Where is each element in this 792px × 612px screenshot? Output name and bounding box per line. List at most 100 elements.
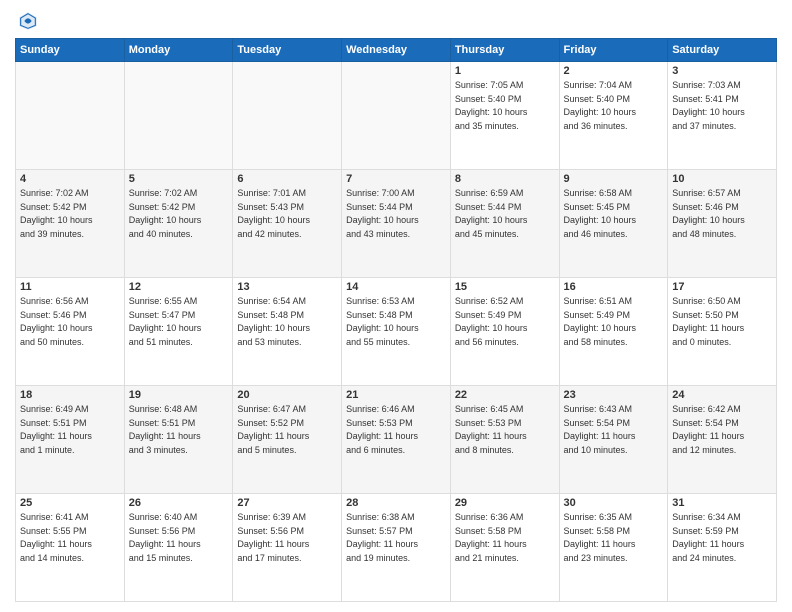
calendar-cell: 27 Sunrise: 6:39 AM Sunset: 5:56 PM Dayli… <box>233 494 342 602</box>
logo <box>15 10 41 32</box>
day-info: Sunrise: 6:46 AM Sunset: 5:53 PM Dayligh… <box>346 403 446 457</box>
day-info: Sunrise: 6:39 AM Sunset: 5:56 PM Dayligh… <box>237 511 337 565</box>
day-number: 18 <box>20 389 120 401</box>
day-number: 26 <box>129 497 229 509</box>
calendar-cell: 6 Sunrise: 7:01 AM Sunset: 5:43 PM Daylig… <box>233 170 342 278</box>
day-number: 31 <box>672 497 772 509</box>
calendar-cell: 23 Sunrise: 6:43 AM Sunset: 5:54 PM Dayli… <box>559 386 668 494</box>
calendar-cell: 15 Sunrise: 6:52 AM Sunset: 5:49 PM Dayli… <box>450 278 559 386</box>
calendar-cell <box>233 62 342 170</box>
calendar-cell: 2Sunrise: 7:04 AM Sunset: 5:40 PM Daylig… <box>559 62 668 170</box>
day-number: 24 <box>672 389 772 401</box>
calendar-cell: 21 Sunrise: 6:46 AM Sunset: 5:53 PM Dayli… <box>342 386 451 494</box>
calendar-cell: 10 Sunrise: 6:57 AM Sunset: 5:46 PM Dayli… <box>668 170 777 278</box>
day-number: 1 <box>455 65 555 77</box>
day-number: 11 <box>20 281 120 293</box>
day-number: 5 <box>129 173 229 185</box>
day-number: 21 <box>346 389 446 401</box>
calendar-week-5: 25 Sunrise: 6:41 AM Sunset: 5:55 PM Dayli… <box>16 494 777 602</box>
day-info: Sunrise: 6:57 AM Sunset: 5:46 PM Dayligh… <box>672 187 772 241</box>
day-of-week-monday: Monday <box>124 39 233 62</box>
day-of-week-saturday: Saturday <box>668 39 777 62</box>
calendar-cell: 4 Sunrise: 7:02 AM Sunset: 5:42 PM Daylig… <box>16 170 125 278</box>
day-number: 2 <box>564 65 664 77</box>
calendar-week-4: 18 Sunrise: 6:49 AM Sunset: 5:51 PM Dayli… <box>16 386 777 494</box>
day-info: Sunrise: 7:02 AM Sunset: 5:42 PM Dayligh… <box>129 187 229 241</box>
calendar-cell: 12Sunrise: 6:55 AM Sunset: 5:47 PM Dayli… <box>124 278 233 386</box>
day-info: Sunrise: 6:42 AM Sunset: 5:54 PM Dayligh… <box>672 403 772 457</box>
day-number: 22 <box>455 389 555 401</box>
day-info: Sunrise: 6:59 AM Sunset: 5:44 PM Dayligh… <box>455 187 555 241</box>
day-number: 15 <box>455 281 555 293</box>
calendar-cell: 19 Sunrise: 6:48 AM Sunset: 5:51 PM Dayli… <box>124 386 233 494</box>
calendar-cell: 13Sunrise: 6:54 AM Sunset: 5:48 PM Dayli… <box>233 278 342 386</box>
calendar-cell: 24 Sunrise: 6:42 AM Sunset: 5:54 PM Dayli… <box>668 386 777 494</box>
day-number: 29 <box>455 497 555 509</box>
calendar-cell <box>342 62 451 170</box>
calendar-cell: 29 Sunrise: 6:36 AM Sunset: 5:58 PM Dayli… <box>450 494 559 602</box>
day-number: 25 <box>20 497 120 509</box>
page: SundayMondayTuesdayWednesdayThursdayFrid… <box>0 0 792 612</box>
calendar-cell: 1 Sunrise: 7:05 AM Sunset: 5:40 PM Daylig… <box>450 62 559 170</box>
day-number: 20 <box>237 389 337 401</box>
day-of-week-friday: Friday <box>559 39 668 62</box>
calendar-cell: 17Sunrise: 6:50 AM Sunset: 5:50 PM Dayli… <box>668 278 777 386</box>
day-info: Sunrise: 6:56 AM Sunset: 5:46 PM Dayligh… <box>20 295 120 349</box>
calendar-cell: 22 Sunrise: 6:45 AM Sunset: 5:53 PM Dayli… <box>450 386 559 494</box>
day-info: Sunrise: 6:41 AM Sunset: 5:55 PM Dayligh… <box>20 511 120 565</box>
calendar-cell: 3 Sunrise: 7:03 AM Sunset: 5:41 PM Daylig… <box>668 62 777 170</box>
day-info: Sunrise: 6:43 AM Sunset: 5:54 PM Dayligh… <box>564 403 664 457</box>
day-info: Sunrise: 6:58 AM Sunset: 5:45 PM Dayligh… <box>564 187 664 241</box>
day-info: Sunrise: 7:01 AM Sunset: 5:43 PM Dayligh… <box>237 187 337 241</box>
day-number: 7 <box>346 173 446 185</box>
day-info: Sunrise: 6:53 AM Sunset: 5:48 PM Dayligh… <box>346 295 446 349</box>
day-number: 3 <box>672 65 772 77</box>
day-number: 4 <box>20 173 120 185</box>
day-info: Sunrise: 6:35 AM Sunset: 5:58 PM Dayligh… <box>564 511 664 565</box>
day-number: 30 <box>564 497 664 509</box>
day-number: 19 <box>129 389 229 401</box>
day-number: 12 <box>129 281 229 293</box>
day-number: 6 <box>237 173 337 185</box>
header <box>15 10 777 32</box>
calendar-cell: 30 Sunrise: 6:35 AM Sunset: 5:58 PM Dayli… <box>559 494 668 602</box>
day-info: Sunrise: 6:45 AM Sunset: 5:53 PM Dayligh… <box>455 403 555 457</box>
calendar-cell: 31 Sunrise: 6:34 AM Sunset: 5:59 PM Dayli… <box>668 494 777 602</box>
day-number: 14 <box>346 281 446 293</box>
day-number: 13 <box>237 281 337 293</box>
calendar-cell: 11 Sunrise: 6:56 AM Sunset: 5:46 PM Dayli… <box>16 278 125 386</box>
calendar-week-1: 1 Sunrise: 7:05 AM Sunset: 5:40 PM Daylig… <box>16 62 777 170</box>
day-info: Sunrise: 7:05 AM Sunset: 5:40 PM Dayligh… <box>455 79 555 133</box>
calendar-cell <box>16 62 125 170</box>
day-of-week-thursday: Thursday <box>450 39 559 62</box>
day-number: 8 <box>455 173 555 185</box>
day-number: 23 <box>564 389 664 401</box>
day-of-week-tuesday: Tuesday <box>233 39 342 62</box>
calendar-header-row: SundayMondayTuesdayWednesdayThursdayFrid… <box>16 39 777 62</box>
day-info: Sunrise: 7:00 AM Sunset: 5:44 PM Dayligh… <box>346 187 446 241</box>
day-info: Sunrise: 6:49 AM Sunset: 5:51 PM Dayligh… <box>20 403 120 457</box>
calendar-cell: 25 Sunrise: 6:41 AM Sunset: 5:55 PM Dayli… <box>16 494 125 602</box>
day-of-week-sunday: Sunday <box>16 39 125 62</box>
day-number: 10 <box>672 173 772 185</box>
day-info: Sunrise: 6:47 AM Sunset: 5:52 PM Dayligh… <box>237 403 337 457</box>
day-info: Sunrise: 6:36 AM Sunset: 5:58 PM Dayligh… <box>455 511 555 565</box>
calendar-cell: 28 Sunrise: 6:38 AM Sunset: 5:57 PM Dayli… <box>342 494 451 602</box>
day-info: Sunrise: 7:03 AM Sunset: 5:41 PM Dayligh… <box>672 79 772 133</box>
calendar-cell: 8 Sunrise: 6:59 AM Sunset: 5:44 PM Daylig… <box>450 170 559 278</box>
day-info: Sunrise: 6:52 AM Sunset: 5:49 PM Dayligh… <box>455 295 555 349</box>
calendar-cell: 5 Sunrise: 7:02 AM Sunset: 5:42 PM Daylig… <box>124 170 233 278</box>
day-number: 17 <box>672 281 772 293</box>
logo-icon <box>17 10 39 32</box>
day-number: 16 <box>564 281 664 293</box>
day-number: 28 <box>346 497 446 509</box>
day-info: Sunrise: 6:40 AM Sunset: 5:56 PM Dayligh… <box>129 511 229 565</box>
day-info: Sunrise: 7:02 AM Sunset: 5:42 PM Dayligh… <box>20 187 120 241</box>
day-info: Sunrise: 6:48 AM Sunset: 5:51 PM Dayligh… <box>129 403 229 457</box>
day-info: Sunrise: 6:38 AM Sunset: 5:57 PM Dayligh… <box>346 511 446 565</box>
calendar-cell: 7 Sunrise: 7:00 AM Sunset: 5:44 PM Daylig… <box>342 170 451 278</box>
day-info: Sunrise: 6:51 AM Sunset: 5:49 PM Dayligh… <box>564 295 664 349</box>
day-info: Sunrise: 6:34 AM Sunset: 5:59 PM Dayligh… <box>672 511 772 565</box>
day-number: 27 <box>237 497 337 509</box>
calendar-cell: 18 Sunrise: 6:49 AM Sunset: 5:51 PM Dayli… <box>16 386 125 494</box>
